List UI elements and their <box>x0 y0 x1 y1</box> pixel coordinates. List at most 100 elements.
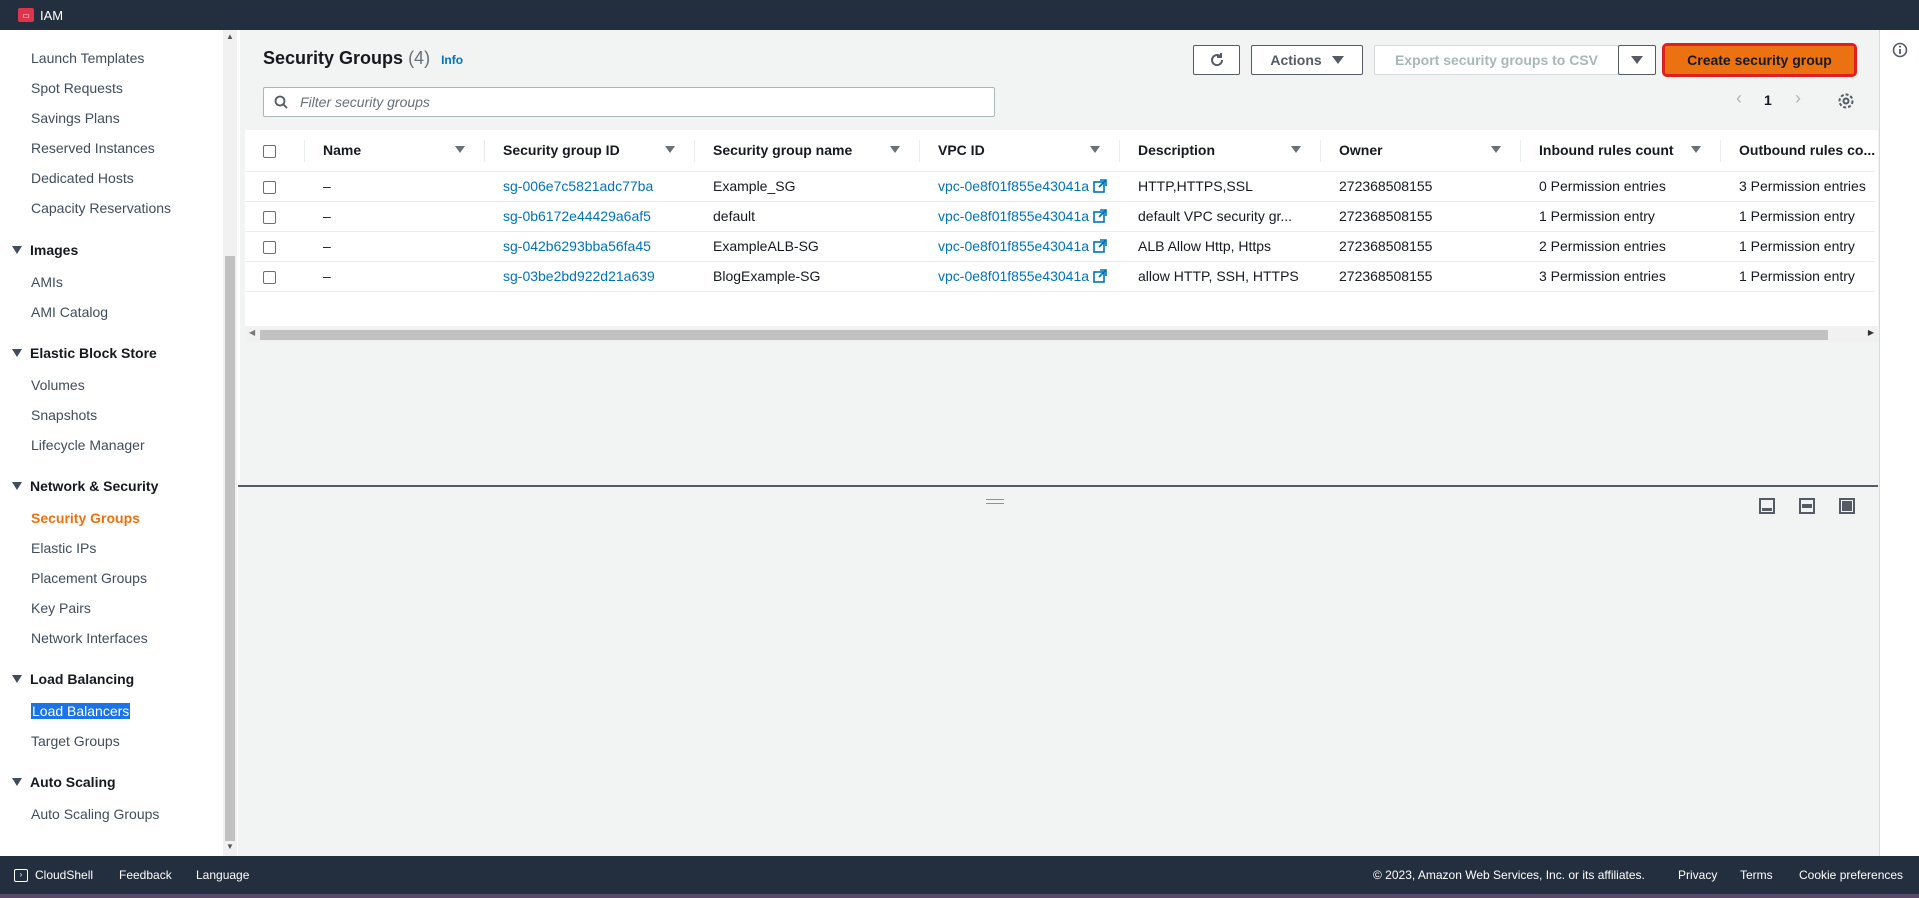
column-header-vpc-id[interactable]: VPC ID <box>920 130 1120 172</box>
sort-icon[interactable] <box>890 146 900 153</box>
export-dropdown-button[interactable] <box>1618 45 1656 75</box>
column-header-name[interactable]: Name <box>305 130 485 172</box>
sort-icon[interactable] <box>1291 146 1301 153</box>
nav-group-auto-scaling[interactable]: Auto Scaling <box>12 774 116 790</box>
language-link[interactable]: Language <box>196 868 249 882</box>
security-group-id-link[interactable]: sg-006e7c5821adc77ba <box>503 178 653 194</box>
nav-group-elastic-block-store[interactable]: Elastic Block Store <box>12 345 157 361</box>
table-horizontal-scrollbar[interactable]: ◀ ▶ <box>245 326 1878 343</box>
next-page-icon[interactable]: › <box>1795 88 1801 109</box>
sidebar-item-reserved-instances[interactable]: Reserved Instances <box>31 140 155 156</box>
export-csv-button[interactable]: Export security groups to CSV <box>1374 45 1619 75</box>
select-all-checkbox[interactable] <box>263 145 276 159</box>
cookie-preferences-link[interactable]: Cookie preferences <box>1799 868 1903 882</box>
scroll-down-arrow-icon[interactable]: ▼ <box>226 842 234 851</box>
table-scroll-thumb[interactable] <box>260 330 1828 340</box>
sidebar-item-load-balancers[interactable]: Load Balancers <box>31 703 131 719</box>
terms-link[interactable]: Terms <box>1740 868 1773 882</box>
column-header-owner[interactable]: Owner <box>1321 130 1521 172</box>
vpc-id-link[interactable]: vpc-0e8f01f855e43041a <box>938 268 1089 284</box>
cell-outbound: 1 Permission entry <box>1721 261 1876 292</box>
search-input[interactable]: Filter security groups <box>263 87 995 117</box>
sidebar-item-elastic-ips[interactable]: Elastic IPs <box>31 540 96 556</box>
nav-group-load-balancing[interactable]: Load Balancing <box>12 671 134 687</box>
info-link[interactable]: Info <box>441 53 463 67</box>
sidebar-item-network-interfaces[interactable]: Network Interfaces <box>31 630 148 646</box>
sidebar-item-snapshots[interactable]: Snapshots <box>31 407 97 423</box>
cell-inbound: 2 Permission entries <box>1521 231 1721 262</box>
vpc-id-link[interactable]: vpc-0e8f01f855e43041a <box>938 238 1089 254</box>
split-panel <box>238 487 1878 856</box>
sidebar-item-security-groups[interactable]: Security Groups <box>31 510 140 526</box>
column-header-inbound-rules-count[interactable]: Inbound rules count <box>1521 130 1721 172</box>
gear-icon[interactable] <box>1837 92 1855 110</box>
row-checkbox[interactable] <box>263 180 276 194</box>
info-icon[interactable] <box>1892 42 1908 58</box>
external-link-icon[interactable] <box>1093 239 1107 253</box>
vpc-id-link[interactable]: vpc-0e8f01f855e43041a <box>938 178 1089 194</box>
cell-vpc: vpc-0e8f01f855e43041a <box>920 231 1120 262</box>
security-group-id-link[interactable]: sg-03be2bd922d21a639 <box>503 268 655 284</box>
sort-icon[interactable] <box>455 146 465 153</box>
nav-group-images[interactable]: Images <box>12 242 78 258</box>
column-header-description[interactable]: Description <box>1120 130 1321 172</box>
column-header-security-group-name[interactable]: Security group name <box>695 130 920 172</box>
external-link-icon[interactable] <box>1093 209 1107 223</box>
sidebar-item-target-groups[interactable]: Target Groups <box>31 733 120 749</box>
security-group-id-link[interactable]: sg-0b6172e44429a6af5 <box>503 208 651 224</box>
row-checkbox[interactable] <box>263 270 276 284</box>
row-checkbox[interactable] <box>263 210 276 224</box>
sidebar-item-spot-requests[interactable]: Spot Requests <box>31 80 123 96</box>
sidebar-item-volumes[interactable]: Volumes <box>31 377 85 393</box>
external-link-icon[interactable] <box>1093 179 1107 193</box>
sidebar-item-dedicated-hosts[interactable]: Dedicated Hosts <box>31 170 134 186</box>
sidebar-scroll-thumb[interactable] <box>225 256 235 841</box>
page-number[interactable]: 1 <box>1764 92 1772 108</box>
external-link-icon[interactable] <box>1093 269 1107 283</box>
sort-icon[interactable] <box>665 146 675 153</box>
cloudshell-button[interactable]: › CloudShell <box>14 868 93 882</box>
split-bottom-icon[interactable] <box>1759 498 1775 514</box>
refresh-icon <box>1210 53 1223 67</box>
sort-icon[interactable] <box>1691 146 1701 153</box>
nav-group-network-security[interactable]: Network & Security <box>12 478 158 494</box>
sidebar-item-launch-templates[interactable]: Launch Templates <box>31 50 144 66</box>
security-group-id-link[interactable]: sg-042b6293bba56fa45 <box>503 238 651 254</box>
prev-page-icon[interactable]: ‹ <box>1736 88 1742 109</box>
service-label[interactable]: IAM <box>40 8 63 23</box>
column-header-security-group-id[interactable]: Security group ID <box>485 130 695 172</box>
sidebar-item-lifecycle-manager[interactable]: Lifecycle Manager <box>31 437 145 453</box>
column-header-outbound-rules-co[interactable]: Outbound rules co... <box>1721 130 1876 172</box>
sidebar-item-savings-plans[interactable]: Savings Plans <box>31 110 120 126</box>
refresh-button[interactable] <box>1193 45 1240 75</box>
sidebar-item-ami-catalog[interactable]: AMI Catalog <box>31 304 108 320</box>
split-side-icon[interactable] <box>1799 498 1815 514</box>
sidebar-item-key-pairs[interactable]: Key Pairs <box>31 600 91 616</box>
create-security-group-button[interactable]: Create security group <box>1662 43 1857 77</box>
drag-handle-icon[interactable] <box>986 499 1004 504</box>
sidebar-item-auto-scaling-groups[interactable]: Auto Scaling Groups <box>31 806 159 822</box>
split-full-icon[interactable] <box>1839 498 1855 514</box>
privacy-link[interactable]: Privacy <box>1678 868 1717 882</box>
table-row[interactable]: – sg-0b6172e44429a6af5 default vpc-0e8f01f8… <box>245 201 1876 232</box>
sort-icon[interactable] <box>1090 146 1100 153</box>
table-row[interactable]: – sg-006e7c5821adc77ba Example_SG vpc-0e8f0… <box>245 171 1876 202</box>
iam-service-icon[interactable]: ▭ <box>18 8 34 22</box>
cell-inbound: 3 Permission entries <box>1521 261 1721 292</box>
scroll-left-arrow-icon[interactable]: ◀ <box>249 328 255 337</box>
sidebar-scrollbar[interactable]: ▲ ▼ <box>223 30 237 856</box>
vpc-id-link[interactable]: vpc-0e8f01f855e43041a <box>938 208 1089 224</box>
table-row[interactable]: – sg-042b6293bba56fa45 ExampleALB-SG vpc-0e… <box>245 231 1876 262</box>
row-checkbox[interactable] <box>263 240 276 254</box>
sidebar-item-placement-groups[interactable]: Placement Groups <box>31 570 147 586</box>
main-content: Security Groups (4) Info Actions Export … <box>238 30 1880 856</box>
sidebar-item-amis[interactable]: AMIs <box>31 274 63 290</box>
actions-button[interactable]: Actions <box>1251 45 1363 75</box>
create-label: Create security group <box>1687 52 1832 68</box>
sort-icon[interactable] <box>1491 146 1501 153</box>
sidebar-item-capacity-reservations[interactable]: Capacity Reservations <box>31 200 171 216</box>
scroll-up-arrow-icon[interactable]: ▲ <box>226 32 234 41</box>
table-row[interactable]: – sg-03be2bd922d21a639 BlogExample-SG vpc-0… <box>245 261 1876 292</box>
feedback-link[interactable]: Feedback <box>119 868 172 882</box>
scroll-right-arrow-icon[interactable]: ▶ <box>1868 328 1874 337</box>
